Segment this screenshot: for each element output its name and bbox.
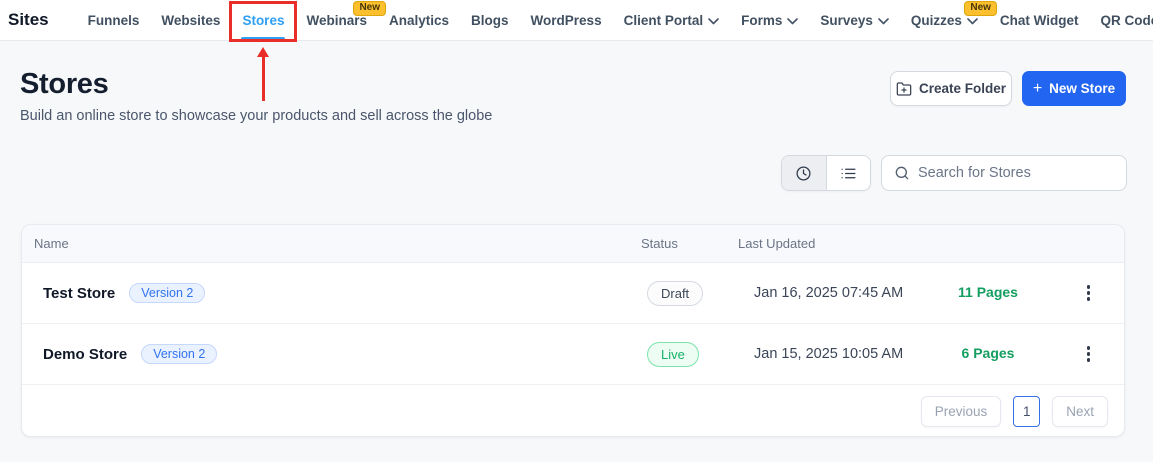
version-badge: Version 2 (141, 344, 218, 364)
kebab-menu-icon[interactable] (1077, 342, 1101, 366)
store-name[interactable]: Demo Store (43, 346, 127, 363)
pagination-previous-button[interactable]: Previous (920, 395, 1002, 427)
table-footer: Previous 1 Next (22, 385, 1124, 436)
last-updated-cell: Jan 16, 2025 07:45 AM (754, 285, 904, 301)
nav-tab-client-portal[interactable]: Client Portal (613, 0, 731, 40)
nav-tab-label: Chat Widget (999, 12, 1079, 28)
search-box (881, 155, 1127, 191)
nav-tab-label: Quizzes (910, 12, 962, 28)
folder-plus-icon (896, 81, 912, 97)
search-icon (894, 165, 910, 181)
app-brand: Sites (8, 10, 49, 29)
table-header-row: Name Status Last Updated (22, 225, 1124, 263)
store-status-cell: Draft (641, 280, 738, 306)
nav-tab-label: Client Portal (623, 12, 704, 28)
create-folder-label: Create Folder (918, 81, 1007, 96)
pagination-page-1-button[interactable]: 1 (1013, 395, 1041, 427)
row-actions-cell (1053, 342, 1124, 366)
top-navigation: Sites Funnels Websites Stores Webinars N… (0, 0, 1153, 101)
nav-tab-funnels[interactable]: Funnels (77, 0, 151, 40)
kebab-menu-icon[interactable] (1077, 281, 1101, 305)
nav-tab-wordpress[interactable]: WordPress (520, 0, 613, 40)
annotation-arrow-stem (261, 56, 265, 101)
store-name[interactable]: Test Store (43, 285, 115, 302)
list-view-button[interactable] (825, 156, 870, 190)
nav-tab-chat-widget[interactable]: Chat Widget (989, 0, 1090, 40)
clock-icon (795, 165, 812, 182)
column-header-last-updated: Last Updated (738, 236, 816, 251)
new-store-button[interactable]: + New Store (1022, 71, 1126, 106)
pages-cell: 11 Pages (923, 284, 1053, 302)
table-row[interactable]: Demo Store Version 2 Live Jan 15, 2025 1… (22, 324, 1124, 385)
search-input[interactable] (918, 165, 1114, 181)
nav-tab-label: Websites (161, 12, 221, 28)
active-tab-underline (241, 37, 286, 40)
new-badge: New (964, 1, 997, 16)
status-badge: Live (647, 341, 699, 367)
last-updated-cell: Jan 15, 2025 10:05 AM (754, 346, 904, 362)
table-row[interactable]: Test Store Version 2 Draft Jan 16, 2025 … (22, 263, 1124, 324)
nav-tab-blogs[interactable]: Blogs (460, 0, 520, 40)
chevron-down-icon (878, 17, 889, 25)
row-actions-cell (1053, 281, 1124, 305)
page-subtitle: Build an online store to showcase your p… (20, 108, 493, 124)
nav-tab-label: Analytics (389, 12, 450, 28)
pages-link[interactable]: 11 Pages (958, 284, 1018, 300)
stores-table: Name Status Last Updated Test Store Vers… (21, 224, 1125, 437)
nav-tab-label: Blogs (471, 12, 509, 28)
new-badge: New (353, 1, 386, 16)
nav-tab-surveys[interactable]: Surveys (809, 0, 900, 40)
column-header-name: Name (34, 236, 69, 251)
store-name-cell: Test Store Version 2 (22, 283, 641, 303)
pages-cell: 6 Pages (923, 345, 1053, 363)
nav-tab-websites[interactable]: Websites (150, 0, 231, 40)
recent-view-button[interactable] (782, 156, 826, 190)
nav-tab-quizzes[interactable]: Quizzes New (900, 0, 997, 40)
column-header-status: Status (641, 236, 678, 251)
nav-tab-label: QR Codes (1100, 12, 1153, 28)
nav-tab-qr-codes[interactable]: QR Codes (1090, 0, 1153, 40)
new-store-label: New Store (1049, 81, 1116, 96)
nav-tabs: Funnels Websites Stores Webinars New Ana… (77, 0, 1153, 101)
chevron-down-icon (967, 17, 978, 25)
nav-tab-stores[interactable]: Stores (229, 0, 298, 101)
nav-tab-label: Funnels (87, 12, 140, 28)
pages-link[interactable]: 6 Pages (962, 345, 1015, 361)
version-badge: Version 2 (129, 283, 206, 303)
nav-tab-forms[interactable]: Forms (730, 0, 809, 40)
nav-tab-label: Surveys (820, 12, 873, 28)
plus-icon: + (1032, 79, 1043, 97)
nav-tab-label: Forms (741, 12, 783, 28)
page-title: Stores (20, 68, 109, 100)
store-status-cell: Live (641, 341, 738, 367)
nav-tab-label: Stores (242, 12, 285, 28)
create-folder-button[interactable]: Create Folder (890, 71, 1012, 106)
chevron-down-icon (708, 17, 719, 25)
nav-tab-analytics[interactable]: Analytics (378, 0, 460, 40)
list-icon (840, 165, 857, 182)
chevron-down-icon (787, 17, 799, 25)
pagination-next-button[interactable]: Next (1052, 395, 1108, 427)
status-badge: Draft (647, 280, 704, 306)
nav-tab-webinars[interactable]: Webinars New (295, 0, 386, 40)
annotation-arrow-head (257, 47, 270, 57)
nav-tab-label: WordPress (530, 12, 602, 28)
store-name-cell: Demo Store Version 2 (22, 344, 641, 364)
view-toggle-group (781, 155, 871, 191)
